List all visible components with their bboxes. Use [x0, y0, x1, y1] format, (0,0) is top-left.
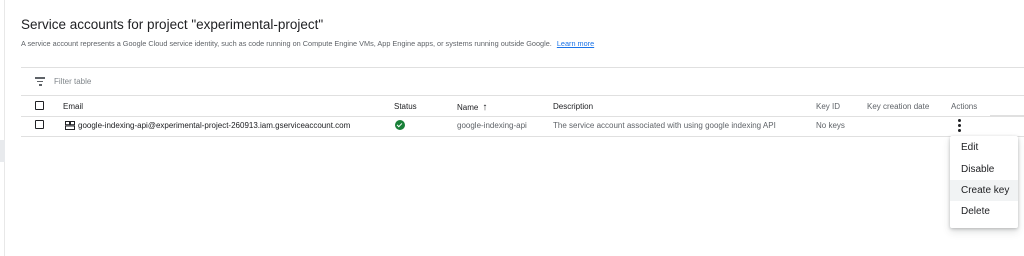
column-status[interactable]: Status — [394, 102, 417, 111]
menu-item-edit[interactable]: Edit — [950, 137, 1018, 158]
column-actions: Actions — [951, 102, 978, 111]
actions-menu: Edit Disable Create key Delete — [950, 136, 1018, 228]
column-description[interactable]: Description — [553, 102, 593, 111]
column-name[interactable]: Name ↑ — [457, 102, 487, 113]
status-enabled-icon — [395, 120, 405, 130]
column-key-creation-date[interactable]: Key creation date — [867, 102, 929, 111]
column-name-label: Name — [457, 103, 479, 112]
learn-more-link[interactable]: Learn more — [557, 39, 594, 48]
table-header: Email Status Name ↑ Description Key ID Ke… — [21, 95, 1024, 117]
description-text: A service account represents a Google Cl… — [21, 39, 552, 48]
row-description: The service account associated with usin… — [553, 121, 776, 130]
page-title: Service accounts for project "experiment… — [21, 17, 324, 32]
sort-ascending-icon[interactable]: ↑ — [482, 102, 487, 113]
filter-icon[interactable] — [35, 77, 45, 86]
divider — [990, 115, 1024, 116]
row-key-id: No keys — [816, 121, 845, 130]
filter-input[interactable]: Filter table — [54, 77, 91, 86]
menu-item-create-key[interactable]: Create key — [950, 180, 1018, 201]
service-account-icon — [65, 121, 75, 130]
select-all-checkbox[interactable] — [35, 101, 44, 110]
row-checkbox[interactable] — [35, 120, 44, 129]
menu-item-delete[interactable]: Delete — [950, 201, 1018, 222]
table-row[interactable]: google-indexing-api@experimental-project… — [21, 116, 1024, 137]
column-email[interactable]: Email — [63, 102, 83, 111]
more-actions-icon[interactable] — [956, 119, 962, 133]
page-description: A service account represents a Google Cl… — [21, 39, 594, 48]
column-key-id[interactable]: Key ID — [816, 102, 840, 111]
left-nav-edge — [0, 0, 5, 256]
filter-bar[interactable]: Filter table — [21, 68, 1024, 95]
left-nav-selected-hint — [0, 140, 5, 162]
row-name: google-indexing-api — [457, 121, 527, 130]
menu-item-disable[interactable]: Disable — [950, 159, 1018, 180]
row-email[interactable]: google-indexing-api@experimental-project… — [78, 121, 350, 130]
